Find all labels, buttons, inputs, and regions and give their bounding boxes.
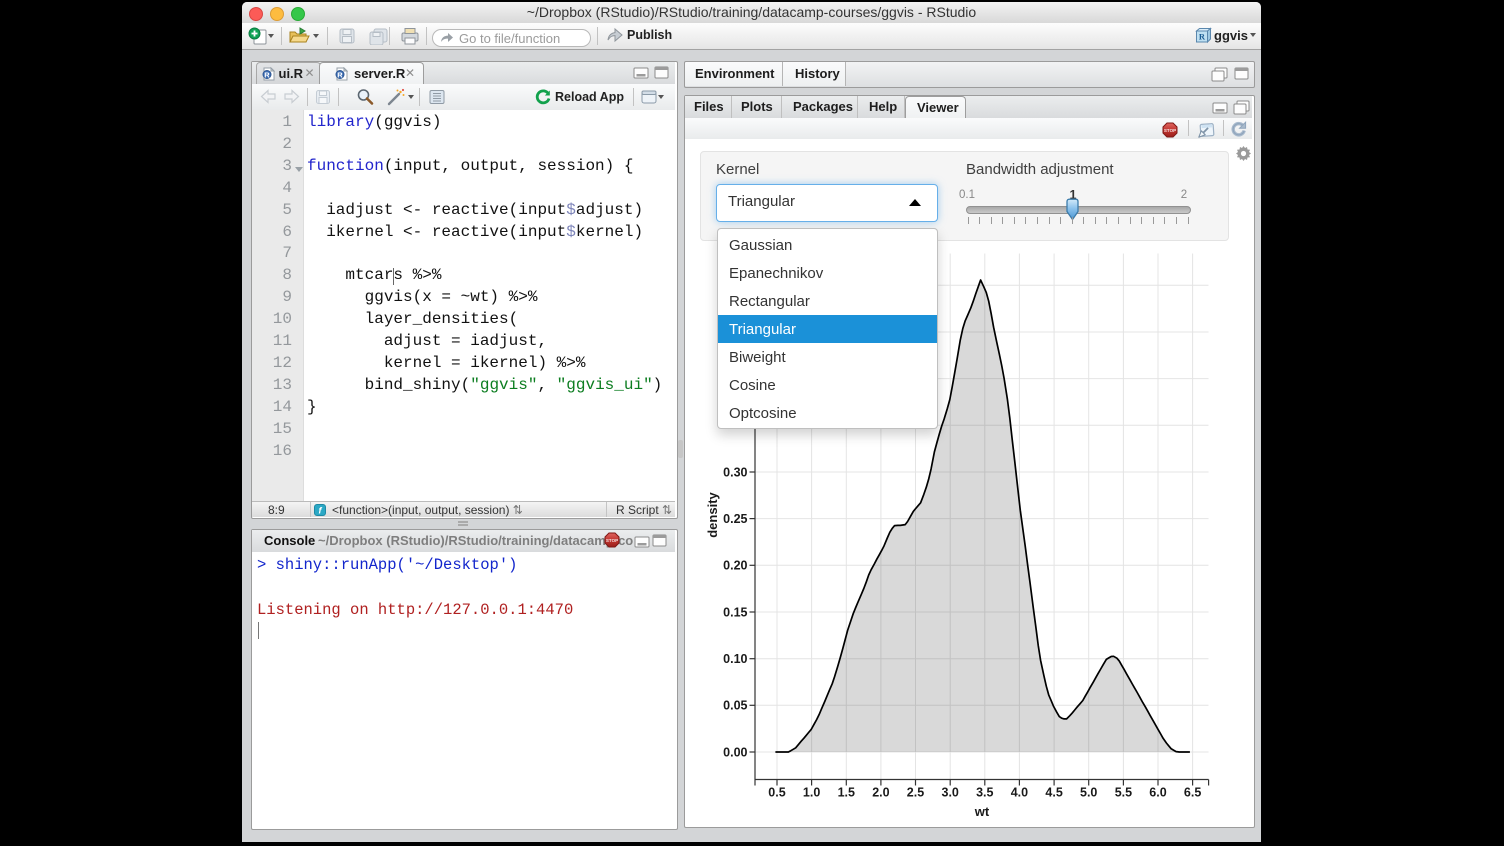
svg-text:0.20: 0.20 xyxy=(723,559,747,573)
svg-text:2.5: 2.5 xyxy=(907,786,924,800)
svg-text:wt: wt xyxy=(974,804,990,819)
svg-text:0.30: 0.30 xyxy=(723,465,747,479)
svg-text:1.5: 1.5 xyxy=(838,786,855,800)
svg-text:5.0: 5.0 xyxy=(1080,786,1097,800)
svg-text:0.5: 0.5 xyxy=(768,786,785,800)
svg-text:STOP: STOP xyxy=(1164,128,1176,133)
svg-text:4.5: 4.5 xyxy=(1045,786,1062,800)
svg-text:3.5: 3.5 xyxy=(976,786,993,800)
svg-text:R: R xyxy=(264,70,270,79)
svg-text:R: R xyxy=(1199,32,1206,42)
svg-text:0.00: 0.00 xyxy=(723,745,747,759)
svg-text:0.05: 0.05 xyxy=(723,699,747,713)
svg-text:4.0: 4.0 xyxy=(1011,786,1028,800)
svg-text:R: R xyxy=(337,70,343,79)
svg-text:2.0: 2.0 xyxy=(872,786,889,800)
svg-text:density: density xyxy=(705,491,720,537)
svg-text:0.10: 0.10 xyxy=(723,652,747,666)
svg-text:3.0: 3.0 xyxy=(942,786,959,800)
svg-text:6.0: 6.0 xyxy=(1149,786,1166,800)
svg-text:STOP: STOP xyxy=(606,538,618,543)
svg-text:0.25: 0.25 xyxy=(723,512,747,526)
svg-text:1.0: 1.0 xyxy=(803,786,820,800)
svg-text:5.5: 5.5 xyxy=(1115,786,1132,800)
svg-text:0.15: 0.15 xyxy=(723,605,747,619)
svg-text:6.5: 6.5 xyxy=(1184,786,1201,800)
